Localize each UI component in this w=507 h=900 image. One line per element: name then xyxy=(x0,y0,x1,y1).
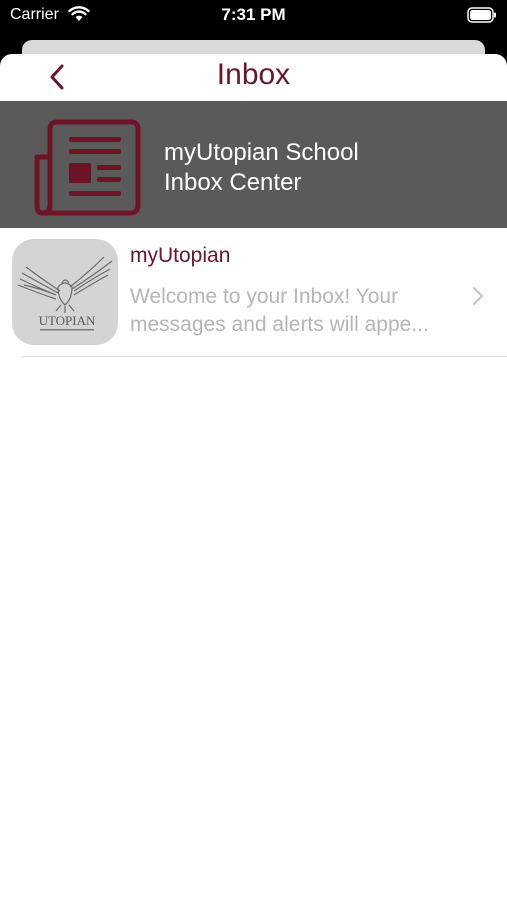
status-bar: Carrier 7:31 PM xyxy=(0,0,507,32)
newspaper-icon xyxy=(34,117,144,222)
message-preview: Welcome to your Inbox! Your messages and… xyxy=(130,283,460,339)
inbox-sheet: Inbox myUtopian School Inbox Center UTOP… xyxy=(0,54,507,900)
banner-title-line1: myUtopian School xyxy=(164,139,359,166)
eagle-logo-icon: UTOPIAN xyxy=(17,256,113,331)
banner-title-line2: Inbox Center xyxy=(164,169,302,196)
chevron-right-icon xyxy=(470,284,486,313)
list-divider xyxy=(22,356,507,357)
clock: 7:31 PM xyxy=(221,5,286,24)
message-sender: myUtopian xyxy=(130,244,231,267)
inbox-banner: myUtopian School Inbox Center xyxy=(0,101,507,228)
avatar-logo-text: UTOPIAN xyxy=(39,313,96,328)
banner-title: myUtopian School Inbox Center xyxy=(164,138,359,198)
message-preview-line2: messages and alerts will appe... xyxy=(130,313,429,336)
message-list-item[interactable]: UTOPIAN myUtopian Welcome to your Inbox!… xyxy=(0,229,507,357)
nav-bar: Inbox xyxy=(0,54,507,100)
avatar: UTOPIAN xyxy=(12,239,118,345)
battery-icon xyxy=(467,7,497,28)
message-preview-line1: Welcome to your Inbox! Your xyxy=(130,285,399,308)
page-title: Inbox xyxy=(216,58,291,91)
